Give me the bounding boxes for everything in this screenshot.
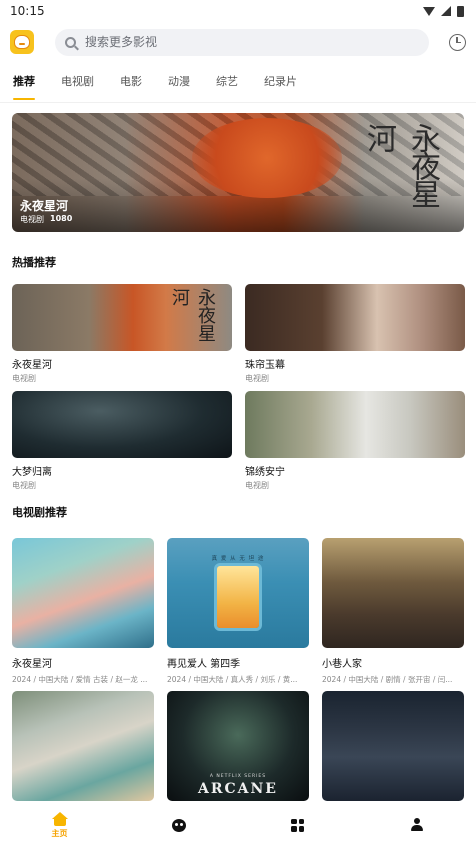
- tv-meta: 2024 / 中国大陆 / 真人秀 / 刘乐 / 黄...: [167, 675, 298, 684]
- tab-movies[interactable]: 电影: [120, 72, 142, 102]
- status-icons: [423, 5, 464, 17]
- search-box[interactable]: [55, 28, 429, 56]
- hot-category: 电视剧: [12, 374, 36, 383]
- tv-title: 再见爱人 第四季: [167, 659, 241, 670]
- hero-meta: 电视剧 1080: [20, 214, 72, 225]
- tv-card[interactable]: [12, 691, 154, 801]
- nav-discover[interactable]: [119, 804, 238, 846]
- tab-recommend[interactable]: 推荐: [13, 72, 35, 102]
- grid-icon: [291, 818, 304, 832]
- tv-card[interactable]: A NETFLIX SERIES ARCANE: [167, 691, 309, 801]
- tv-card[interactable]: 永夜星河 2024 / 中国大陆 / 爱情 古装 / 赵一龙 ...: [12, 538, 154, 685]
- hot-title: 锦绣安宁: [245, 467, 285, 478]
- hot-title: 珠帘玉幕: [245, 360, 285, 371]
- top-bar: [0, 26, 476, 58]
- hot-card[interactable]: 珠帘玉幕 电视剧: [245, 284, 465, 384]
- tv-poster: [12, 538, 154, 648]
- hot-category: 电视剧: [245, 481, 269, 490]
- hot-category: 电视剧: [245, 374, 269, 383]
- hot-thumbnail: [245, 391, 465, 458]
- hot-card[interactable]: 永夜星河 永夜星河 电视剧: [12, 284, 232, 384]
- tab-documentary[interactable]: 纪录片: [264, 72, 297, 102]
- hot-thumbnail: [245, 284, 465, 351]
- nav-home[interactable]: 主页: [0, 804, 119, 846]
- hot-thumbnail: [12, 391, 232, 458]
- tv-title: 小巷人家: [322, 659, 362, 670]
- user-icon: [410, 818, 423, 832]
- bottom-nav: 主页: [0, 804, 476, 846]
- tv-poster: 真 爱 从 无 坦 途: [167, 538, 309, 648]
- status-time: 10:15: [10, 4, 45, 18]
- tab-tv-series[interactable]: 电视剧: [61, 72, 94, 102]
- hero-title: 永夜星河: [20, 199, 69, 213]
- hot-card[interactable]: 大梦归离 电视剧: [12, 391, 232, 491]
- wifi-icon: [423, 6, 435, 16]
- hero-banner[interactable]: 永夜星河 永夜星河 电视剧 1080: [12, 113, 464, 232]
- tv-section-title: 电视剧推荐: [12, 506, 67, 519]
- tv-card[interactable]: [322, 691, 464, 801]
- poster-title: ARCANE: [198, 781, 278, 797]
- search-icon: [65, 36, 76, 48]
- hero-category: 电视剧: [20, 215, 44, 224]
- tv-poster: A NETFLIX SERIES ARCANE: [167, 691, 309, 801]
- signal-icon: [441, 6, 451, 16]
- hot-title: 大梦归离: [12, 467, 52, 478]
- hot-section-title: 热播推荐: [12, 256, 56, 269]
- poster-door: [217, 566, 259, 628]
- hero-tree: [192, 118, 342, 198]
- mascot-icon: [171, 818, 186, 832]
- hero-calligraphy: 永夜星河: [361, 123, 440, 207]
- nav-profile[interactable]: [357, 804, 476, 846]
- tab-divider: [0, 102, 476, 103]
- poster-subtitle: A NETFLIX SERIES: [209, 774, 267, 779]
- search-input[interactable]: [85, 35, 385, 49]
- hot-thumbnail: 永夜星河: [12, 284, 232, 351]
- nav-home-label: 主页: [51, 828, 68, 838]
- tv-poster: [322, 538, 464, 648]
- hero-resolution: 1080: [50, 214, 73, 223]
- category-tabs: 推荐 电视剧 电影 动漫 综艺 纪录片: [0, 72, 476, 102]
- tab-anime[interactable]: 动漫: [168, 72, 190, 102]
- hot-card[interactable]: 锦绣安宁 电视剧: [245, 391, 465, 491]
- hot-calligraphy: 永夜星河: [169, 288, 216, 342]
- tv-meta: 2024 / 中国大陆 / 爱情 古装 / 赵一龙 ...: [12, 675, 148, 684]
- home-icon: [51, 811, 68, 826]
- tab-variety[interactable]: 综艺: [216, 72, 238, 102]
- tv-title: 永夜星河: [12, 659, 52, 670]
- tv-card[interactable]: 小巷人家 2024 / 中国大陆 / 剧情 / 张开宙 / 闫...: [322, 538, 464, 685]
- battery-icon: [457, 5, 464, 17]
- app-logo-icon[interactable]: [10, 30, 34, 54]
- tv-poster: [322, 691, 464, 801]
- tv-poster: [12, 691, 154, 801]
- nav-categories[interactable]: [238, 804, 357, 846]
- status-bar: 10:15: [0, 0, 476, 22]
- tv-meta: 2024 / 中国大陆 / 剧情 / 张开宙 / 闫...: [322, 675, 453, 684]
- hot-category: 电视剧: [12, 481, 36, 490]
- tv-card[interactable]: 真 爱 从 无 坦 途 再见爱人 第四季 2024 / 中国大陆 / 真人秀 /…: [167, 538, 309, 685]
- history-icon[interactable]: [449, 33, 466, 51]
- hot-title: 永夜星河: [12, 360, 52, 371]
- poster-tagline: 真 爱 从 无 坦 途: [211, 556, 265, 562]
